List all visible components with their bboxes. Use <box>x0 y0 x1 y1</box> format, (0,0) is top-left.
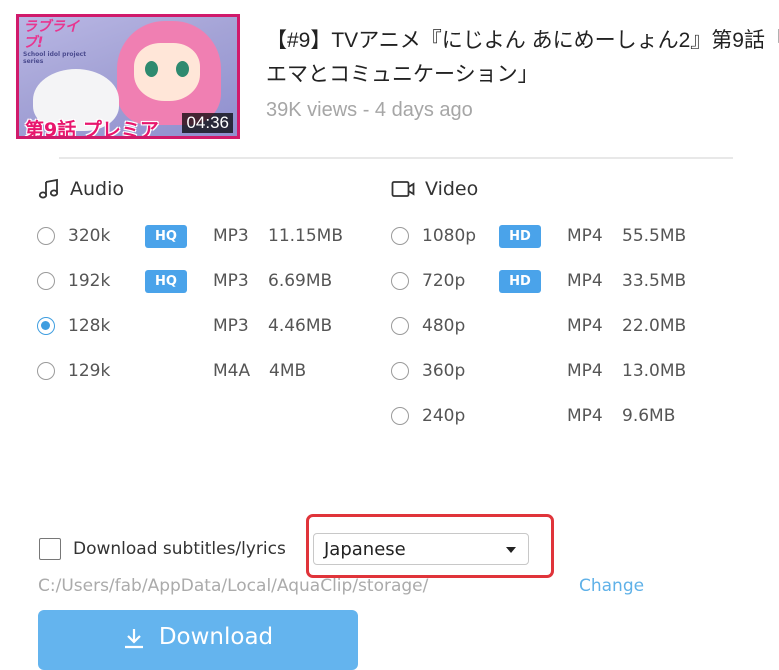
video-title-line2: エマとコミュニケーション」 <box>266 63 539 86</box>
audio-bitrate: 320k <box>68 226 111 246</box>
audio-option-128k[interactable]: 128k MP3 4.46MB <box>37 312 357 342</box>
video-format: MP4 <box>567 316 603 336</box>
video-option-240p[interactable]: 240p MP4 9.6MB <box>391 402 711 432</box>
video-camera-icon <box>391 181 415 197</box>
audio-format: M4A <box>213 361 251 381</box>
subtitles-label[interactable]: Download subtitles/lyrics <box>73 539 286 559</box>
audio-size: 6.69MB <box>268 271 333 291</box>
download-icon <box>124 629 143 649</box>
audio-bitrate: 128k <box>68 316 111 336</box>
audio-heading: Audio <box>38 178 124 200</box>
video-format: MP4 <box>567 226 603 246</box>
download-label: Download <box>158 624 274 650</box>
video-radio-360p[interactable] <box>391 362 409 380</box>
audio-option-320k[interactable]: 320k HQ MP3 11.15MB <box>37 222 357 252</box>
video-size: 9.6MB <box>622 406 676 426</box>
dropdown-arrow-icon <box>506 547 516 553</box>
subtitles-checkbox[interactable] <box>39 538 61 560</box>
video-title: 【#9】TVアニメ『にじよん あにめーしょん2』第9話「璃奈と エマとコミュニケ… <box>266 24 779 92</box>
change-path-link[interactable]: Change <box>579 576 644 596</box>
thumbnail-logo: ラブライブ! School idol project series <box>23 19 87 65</box>
audio-format: MP3 <box>213 226 249 246</box>
audio-heading-label: Audio <box>70 178 125 200</box>
video-heading-label: Video <box>425 178 479 200</box>
audio-radio-320k[interactable] <box>37 227 55 245</box>
thumbnail-character-face <box>134 43 200 101</box>
video-option-720p[interactable]: 720p HD MP4 33.5MB <box>391 267 711 297</box>
music-note-icon <box>38 178 59 199</box>
video-title-line1: 【#9】TVアニメ『にじよん あにめーしょん2』第9話「璃奈と <box>266 29 779 52</box>
audio-radio-128k[interactable] <box>37 317 55 335</box>
video-quality: 720p <box>422 271 466 291</box>
video-meta: 39K views - 4 days ago <box>266 99 473 121</box>
video-size: 13.0MB <box>622 361 687 381</box>
thumbnail-eye-left <box>145 61 158 77</box>
audio-bitrate: 192k <box>68 271 111 291</box>
hq-badge: HQ <box>145 270 187 293</box>
download-button[interactable]: Download <box>38 610 358 670</box>
subtitle-language-value: Japanese <box>324 539 406 560</box>
hd-badge: HD <box>499 270 541 293</box>
duration-badge: 04:36 <box>182 113 233 133</box>
video-option-360p[interactable]: 360p MP4 13.0MB <box>391 357 711 387</box>
audio-bitrate: 129k <box>68 361 111 381</box>
video-size: 22.0MB <box>622 316 687 336</box>
video-thumbnail[interactable]: ラブライブ! School idol project series 第9話 プレ… <box>16 14 240 139</box>
audio-radio-129k[interactable] <box>37 362 55 380</box>
audio-size: 4.46MB <box>268 316 333 336</box>
video-format: MP4 <box>567 406 603 426</box>
audio-size: 4MB <box>269 361 307 381</box>
video-quality: 1080p <box>422 226 477 246</box>
thumbnail-episode-text: 第9話 プレミア <box>25 119 159 139</box>
video-option-1080p[interactable]: 1080p HD MP4 55.5MB <box>391 222 711 252</box>
video-size: 33.5MB <box>622 271 687 291</box>
video-size: 55.5MB <box>622 226 687 246</box>
video-radio-1080p[interactable] <box>391 227 409 245</box>
video-radio-240p[interactable] <box>391 407 409 425</box>
video-option-480p[interactable]: 480p MP4 22.0MB <box>391 312 711 342</box>
subtitle-language-select[interactable]: Japanese <box>313 533 529 565</box>
audio-option-192k[interactable]: 192k HQ MP3 6.69MB <box>37 267 357 297</box>
video-format: MP4 <box>567 361 603 381</box>
audio-format: MP3 <box>213 316 249 336</box>
hd-badge: HD <box>499 225 541 248</box>
video-radio-480p[interactable] <box>391 317 409 335</box>
audio-radio-192k[interactable] <box>37 272 55 290</box>
video-radio-720p[interactable] <box>391 272 409 290</box>
video-quality: 480p <box>422 316 466 336</box>
storage-path: C:/Users/fab/AppData/Local/AquaClip/stor… <box>38 576 429 596</box>
video-heading: Video <box>391 178 478 200</box>
audio-size: 11.15MB <box>268 226 343 246</box>
divider <box>59 157 733 159</box>
video-quality: 240p <box>422 406 466 426</box>
audio-format: MP3 <box>213 271 249 291</box>
hq-badge: HQ <box>145 225 187 248</box>
video-quality: 360p <box>422 361 466 381</box>
thumbnail-eye-right <box>176 61 189 77</box>
audio-option-129k[interactable]: 129k M4A 4MB <box>37 357 357 387</box>
video-format: MP4 <box>567 271 603 291</box>
